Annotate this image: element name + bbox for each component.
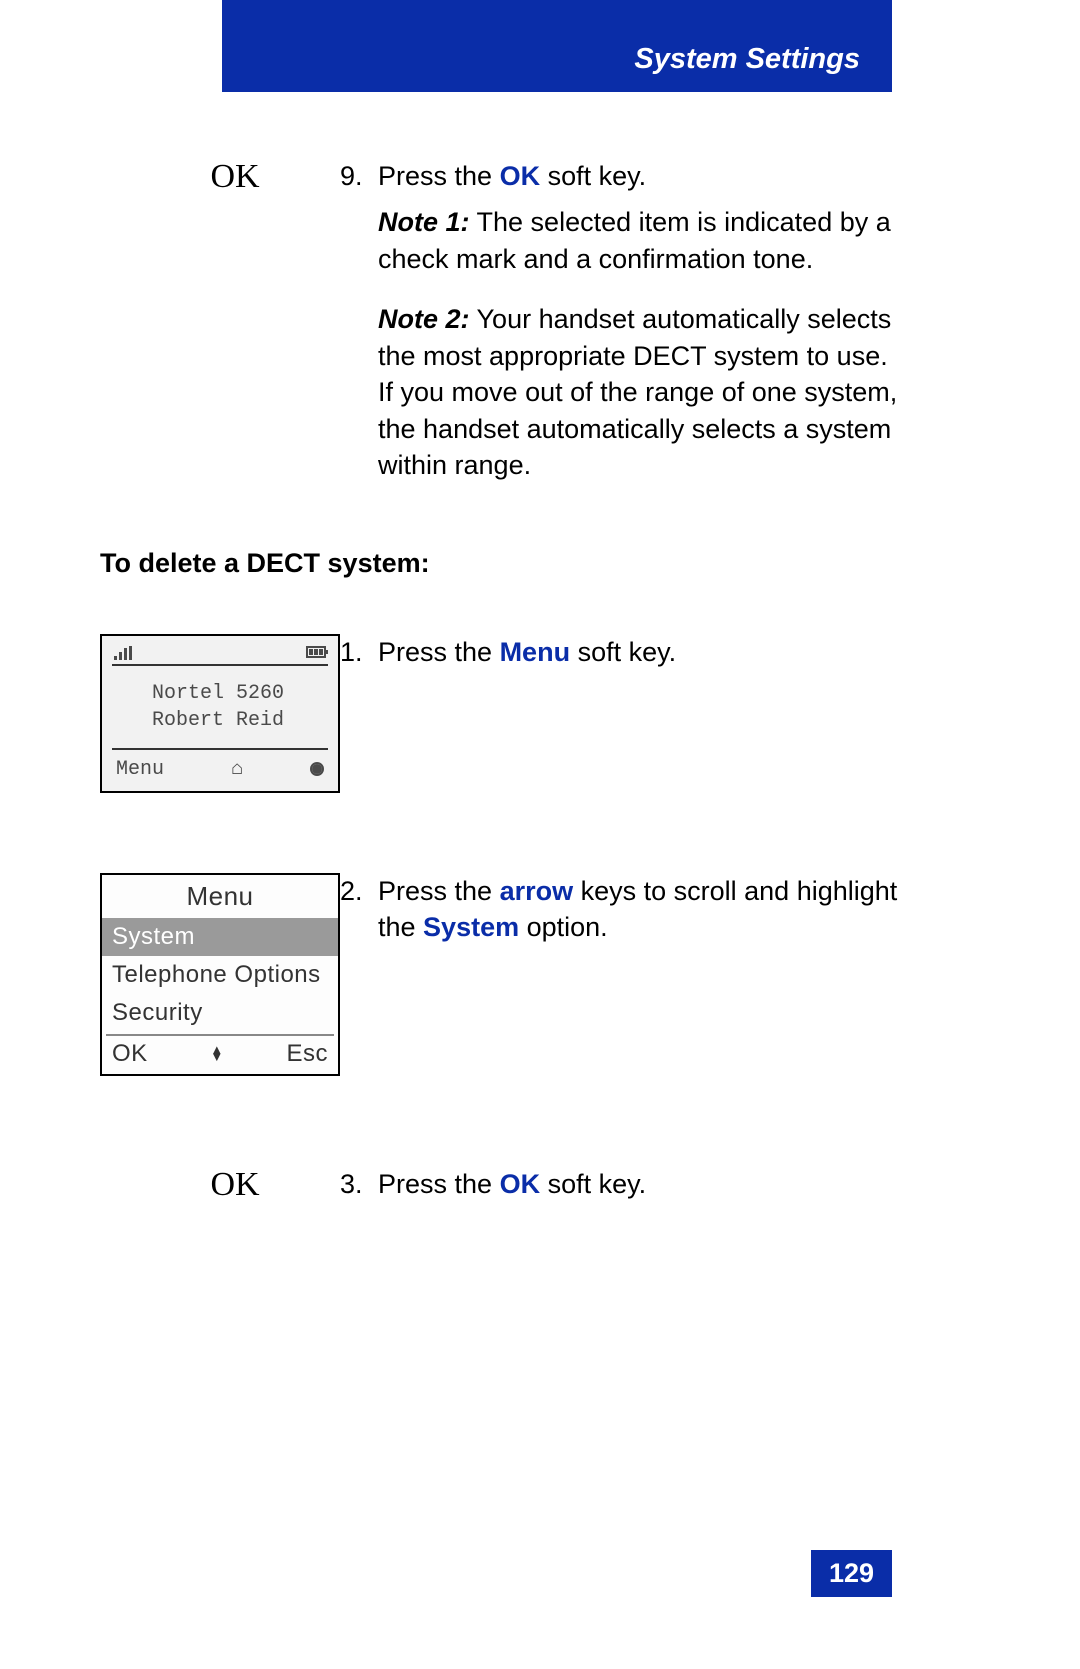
- step-2-key1: arrow: [500, 876, 574, 906]
- ok-softkey-label: OK: [160, 158, 310, 196]
- step-1-left: Nortel 5260 Robert Reid Menu ⌂: [100, 634, 340, 793]
- content-area: OK 9. Press the OK soft key. Note 1: The…: [100, 158, 900, 1252]
- step-9-text-after: soft key.: [540, 161, 646, 191]
- step-9-right: 9. Press the OK soft key. Note 1: The se…: [340, 158, 900, 508]
- step-3-text-before: Press the: [378, 1169, 500, 1199]
- step-9-left: OK: [100, 158, 340, 508]
- step-3-number: 3.: [340, 1166, 378, 1202]
- step-2-left: Menu System Telephone Options Security O…: [100, 873, 340, 1076]
- header-bar: System Settings: [222, 0, 892, 92]
- signal-icon: [114, 646, 132, 660]
- page-number: 129: [811, 1550, 892, 1597]
- step-1-text-before: Press the: [378, 637, 500, 667]
- screen2-softkey-left: OK: [112, 1040, 148, 1068]
- section-heading: To delete a DECT system:: [100, 548, 900, 579]
- step-3-right: 3. Press the OK soft key.: [340, 1166, 900, 1212]
- step-2-text: Press the arrow keys to scroll and highl…: [378, 873, 900, 946]
- ok-softkey-label-2: OK: [160, 1166, 310, 1204]
- screen2-item-system: System: [102, 918, 338, 956]
- step-9-number: 9.: [340, 158, 378, 194]
- step-9-text: Press the OK soft key.: [378, 158, 900, 194]
- note-2-label: Note 2:: [378, 304, 470, 334]
- step-1-text: Press the Menu soft key.: [378, 634, 900, 670]
- note-1-label: Note 1:: [378, 207, 470, 237]
- screen2-item-telephone-options: Telephone Options: [102, 956, 338, 994]
- step-9-line: 9. Press the OK soft key.: [340, 158, 900, 194]
- step-1-row: Nortel 5260 Robert Reid Menu ⌂ 1. Press …: [100, 634, 900, 793]
- step-2-right: 2. Press the arrow keys to scroll and hi…: [340, 873, 900, 1076]
- step-1-text-after: soft key.: [570, 637, 676, 667]
- step-2-row: Menu System Telephone Options Security O…: [100, 873, 900, 1076]
- screen2-title: Menu: [102, 875, 338, 918]
- updown-arrow-icon: ▲▼: [210, 1047, 223, 1060]
- step-9-key: OK: [500, 161, 541, 191]
- step-9-row: OK 9. Press the OK soft key. Note 1: The…: [100, 158, 900, 508]
- step-3-key: OK: [500, 1169, 541, 1199]
- step-9-text-before: Press the: [378, 161, 500, 191]
- battery-icon: [306, 646, 326, 658]
- note-2: Note 2: Your handset automatically selec…: [378, 301, 900, 483]
- screen1-softkeys: Menu ⌂: [102, 750, 338, 791]
- step-3-left: OK: [100, 1166, 340, 1212]
- contrast-icon: [310, 762, 324, 776]
- step-3-row: OK 3. Press the OK soft key.: [100, 1166, 900, 1212]
- screen1-statusbar: [102, 636, 338, 664]
- screen2-item-security: Security: [102, 994, 338, 1032]
- note-1: Note 1: The selected item is indicated b…: [378, 204, 900, 277]
- step-3-text: Press the OK soft key.: [378, 1166, 900, 1202]
- screen1-line1: Nortel 5260: [152, 680, 338, 707]
- header-title: System Settings: [634, 43, 860, 76]
- screen2-softkey-right: Esc: [286, 1040, 328, 1068]
- step-2-line: 2. Press the arrow keys to scroll and hi…: [340, 873, 900, 946]
- step-2-number: 2.: [340, 873, 378, 946]
- step-1-line: 1. Press the Menu soft key.: [340, 634, 900, 670]
- step-1-right: 1. Press the Menu soft key.: [340, 634, 900, 793]
- step-1-number: 1.: [340, 634, 378, 670]
- screen2-softkeys: OK ▲▼ Esc: [102, 1036, 338, 1074]
- phone-screen-2: Menu System Telephone Options Security O…: [100, 873, 340, 1076]
- screen1-body: Nortel 5260 Robert Reid: [102, 666, 338, 748]
- step-2-key2: System: [423, 912, 519, 942]
- book-icon: ⌂: [231, 758, 243, 781]
- screen1-line2: Robert Reid: [152, 707, 338, 734]
- phone-screen-1: Nortel 5260 Robert Reid Menu ⌂: [100, 634, 340, 793]
- step-2-text-after: option.: [519, 912, 608, 942]
- step-3-line: 3. Press the OK soft key.: [340, 1166, 900, 1202]
- step-3-text-after: soft key.: [540, 1169, 646, 1199]
- screen1-softkey-left: Menu: [116, 758, 164, 781]
- step-2-text-before: Press the: [378, 876, 500, 906]
- step-1-key: Menu: [500, 637, 571, 667]
